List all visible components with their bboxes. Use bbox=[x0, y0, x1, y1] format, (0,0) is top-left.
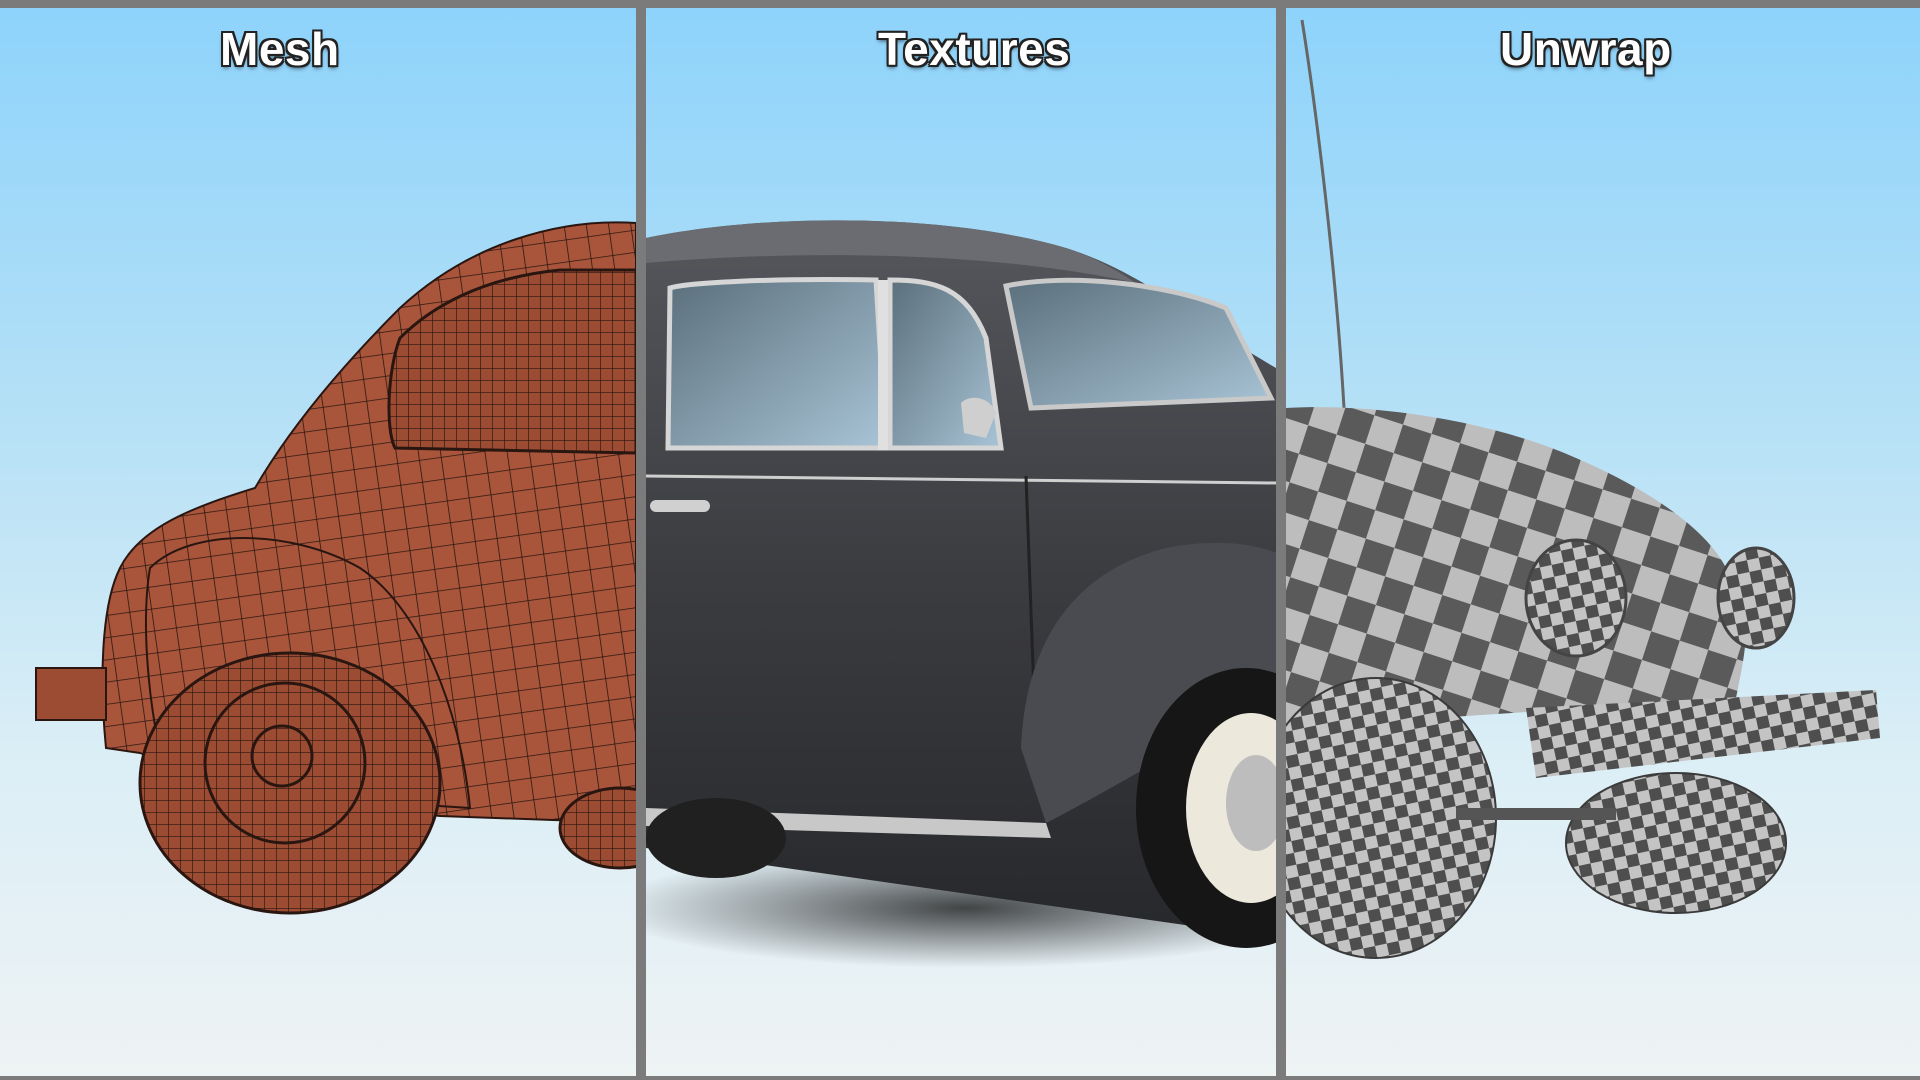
mesh-car-render bbox=[35, 221, 636, 915]
checker-car-render bbox=[1286, 19, 1880, 959]
textures-panel: Textures bbox=[646, 8, 1276, 1076]
render-comparison-frame: Mesh Textures Unwrap bbox=[0, 0, 1920, 1080]
unwrap-panel: Unwrap bbox=[1286, 8, 1920, 1076]
textured-car-render bbox=[646, 220, 1276, 968]
panel-title-mesh: Mesh bbox=[220, 23, 340, 75]
panel-title-textures: Textures bbox=[878, 23, 1071, 75]
mesh-panel: Mesh bbox=[0, 8, 636, 1076]
panel-title-unwrap: Unwrap bbox=[1500, 23, 1672, 75]
